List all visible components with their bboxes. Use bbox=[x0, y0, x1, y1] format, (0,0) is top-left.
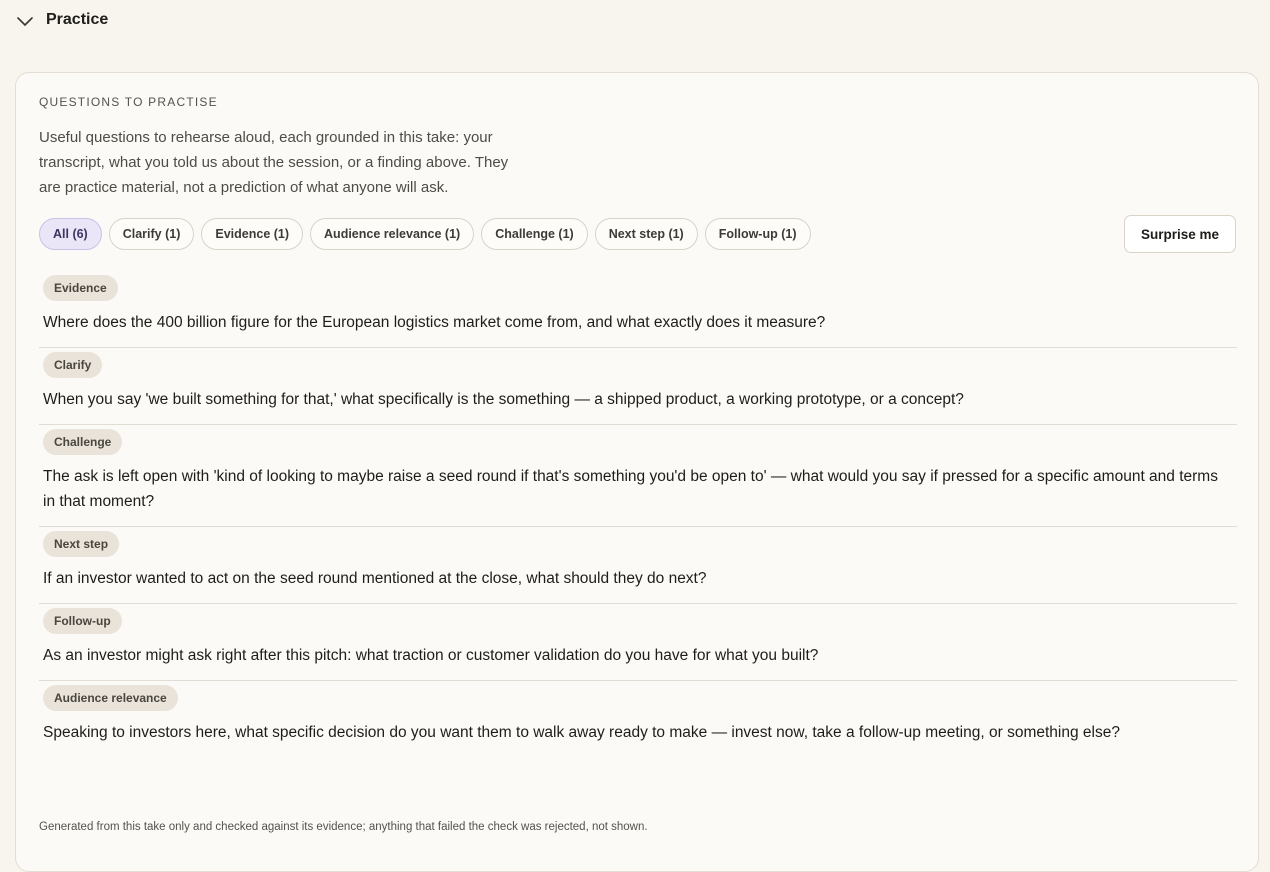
filter-chip-audience-relevance[interactable]: Audience relevance (1) bbox=[310, 218, 475, 250]
filter-chip-group: All (6) Clarify (1) Evidence (1) Audienc… bbox=[39, 218, 811, 250]
question-text: As an investor might ask right after thi… bbox=[43, 647, 819, 664]
section-title: Practice bbox=[46, 11, 109, 28]
question-text: Where does the 400 billion figure for th… bbox=[43, 314, 826, 331]
question-item: Next step If an investor wanted to act o… bbox=[39, 527, 1237, 604]
question-tag: Clarify bbox=[43, 352, 103, 378]
question-tag: Challenge bbox=[43, 429, 123, 455]
chevron-down-icon bbox=[16, 13, 34, 31]
question-item: Evidence Where does the 400 billion figu… bbox=[39, 271, 1237, 348]
question-item: Challenge The ask is left open with 'kin… bbox=[39, 425, 1237, 527]
filter-chip-all[interactable]: All (6) bbox=[39, 218, 102, 250]
footnote: Generated from this take only and checke… bbox=[39, 821, 648, 833]
question-text: When you say 'we built something for tha… bbox=[43, 391, 964, 408]
practice-section-toggle[interactable]: Practice bbox=[16, 8, 108, 32]
question-text: Speaking to investors here, what specifi… bbox=[43, 724, 1120, 741]
questions-card: QUESTIONS TO PRACTISE Useful questions t… bbox=[15, 72, 1259, 872]
question-text: If an investor wanted to act on the seed… bbox=[43, 570, 707, 587]
question-list: Evidence Where does the 400 billion figu… bbox=[39, 271, 1237, 757]
filter-chip-challenge[interactable]: Challenge (1) bbox=[481, 218, 588, 250]
card-eyebrow: QUESTIONS TO PRACTISE bbox=[39, 95, 218, 109]
question-item: Clarify When you say 'we built something… bbox=[39, 348, 1237, 425]
card-intro: Useful questions to rehearse aloud, each… bbox=[39, 129, 509, 196]
question-tag: Audience relevance bbox=[43, 685, 178, 711]
question-tag: Evidence bbox=[43, 275, 118, 301]
question-tag: Next step bbox=[43, 531, 120, 557]
question-tag: Follow-up bbox=[43, 608, 122, 634]
question-item: Follow-up As an investor might ask right… bbox=[39, 604, 1237, 681]
filter-chip-evidence[interactable]: Evidence (1) bbox=[201, 218, 304, 250]
filter-chip-next-step[interactable]: Next step (1) bbox=[594, 218, 698, 250]
filter-chip-follow-up[interactable]: Follow-up (1) bbox=[704, 218, 811, 250]
filter-chip-clarify[interactable]: Clarify (1) bbox=[108, 218, 195, 250]
question-text: The ask is left open with 'kind of looki… bbox=[43, 468, 1218, 510]
question-item: Audience relevance Speaking to investors… bbox=[39, 681, 1237, 757]
surprise-me-button[interactable]: Surprise me bbox=[1123, 215, 1236, 253]
